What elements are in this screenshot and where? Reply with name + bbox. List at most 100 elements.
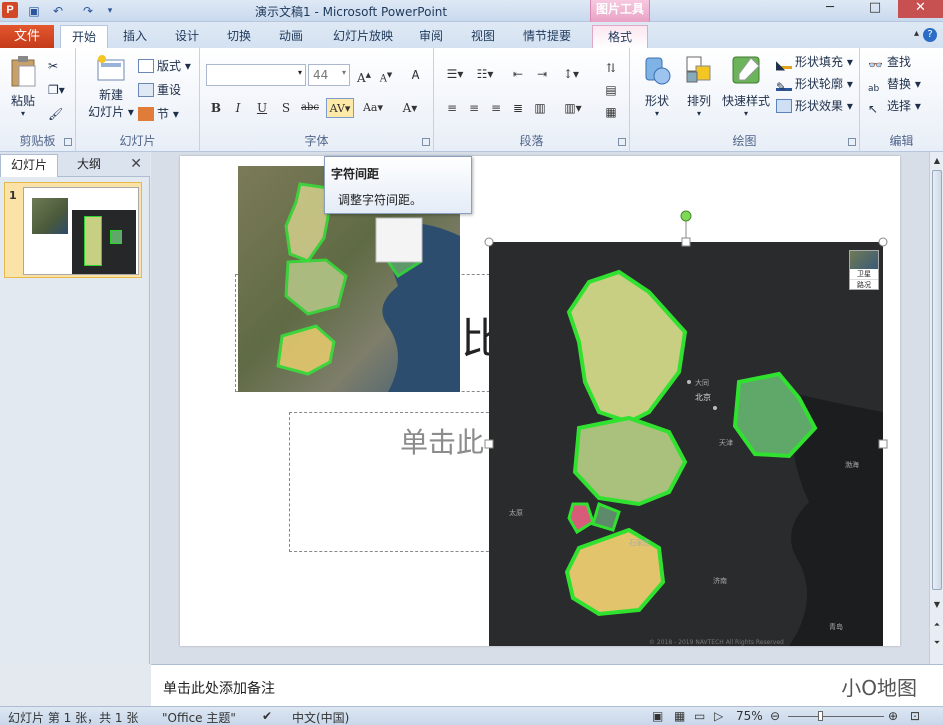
- format-painter-icon[interactable]: 🖌: [48, 104, 63, 124]
- align-center-icon[interactable]: ≡: [464, 98, 484, 118]
- bullets-icon[interactable]: ☰▾: [442, 64, 468, 84]
- resize-handle[interactable]: [878, 439, 888, 449]
- tab-format[interactable]: 格式: [592, 25, 648, 48]
- arrange-button[interactable]: 排列 ▾: [680, 54, 718, 118]
- scroll-down-icon[interactable]: ▼: [930, 598, 943, 612]
- zoom-slider-thumb[interactable]: [818, 711, 823, 721]
- shape-outline-button[interactable]: ✎ 形状轮廓 ▾: [776, 74, 853, 94]
- smartart-icon[interactable]: ▦: [598, 102, 624, 122]
- align-left-icon[interactable]: ≡: [442, 98, 462, 118]
- undo-icon[interactable]: ↶: [50, 3, 66, 19]
- resize-handle[interactable]: [484, 237, 494, 247]
- shadow-icon[interactable]: S: [276, 98, 296, 118]
- grow-font-icon[interactable]: A▲: [354, 65, 374, 85]
- line-spacing-icon[interactable]: ↕▾: [558, 64, 584, 84]
- strikethrough-icon[interactable]: abc: [300, 98, 320, 118]
- fit-to-window-icon[interactable]: ⊡: [910, 709, 920, 723]
- close-button[interactable]: ✕: [898, 0, 943, 18]
- minimize-button[interactable]: ─: [815, 0, 845, 18]
- theme-name[interactable]: "Office 主题": [162, 709, 236, 725]
- shrink-font-icon[interactable]: A▼: [376, 65, 396, 85]
- bold-icon[interactable]: B: [206, 98, 226, 118]
- tab-slides[interactable]: 幻灯片: [0, 154, 58, 177]
- previous-slide-icon[interactable]: ⏶: [930, 618, 943, 632]
- decrease-indent-icon[interactable]: ⇤: [508, 64, 528, 84]
- help-icon[interactable]: ?: [923, 28, 937, 42]
- tab-transitions[interactable]: 切换: [218, 25, 260, 48]
- increase-indent-icon[interactable]: ⇥: [532, 64, 552, 84]
- zoom-out-icon[interactable]: ⊖: [770, 709, 780, 723]
- tab-review[interactable]: 审阅: [410, 25, 452, 48]
- zoom-level[interactable]: 75%: [736, 709, 763, 723]
- paste-button[interactable]: 粘贴 ▾: [6, 54, 40, 118]
- clipboard-launcher-icon[interactable]: [64, 138, 72, 146]
- font-name-dropdown[interactable]: ▾: [206, 64, 306, 86]
- scroll-up-icon[interactable]: ▲: [930, 154, 943, 168]
- powerpoint-logo-icon[interactable]: P: [2, 2, 18, 18]
- change-case-icon[interactable]: Aa▾: [360, 98, 386, 118]
- tab-file[interactable]: 文件: [0, 25, 54, 48]
- vertical-scrollbar[interactable]: ▲ ▼ ⏶ ⏷: [929, 152, 943, 664]
- resize-handle[interactable]: [484, 439, 494, 449]
- customize-qat-icon[interactable]: ▾: [102, 3, 118, 19]
- numbering-icon[interactable]: ☷▾: [472, 64, 498, 84]
- columns-icon[interactable]: ▥▾: [560, 98, 586, 118]
- shapes-button[interactable]: 形状 ▾: [636, 54, 678, 118]
- distributed-icon[interactable]: ▥: [530, 98, 550, 118]
- tab-animations[interactable]: 动画: [270, 25, 312, 48]
- find-button[interactable]: 👓 查找: [868, 52, 911, 72]
- spell-check-icon[interactable]: ✔: [262, 709, 272, 723]
- close-icon[interactable]: ✕: [130, 156, 142, 172]
- notes-pane[interactable]: 单击此处添加备注 小O地图: [151, 664, 943, 706]
- tab-outline[interactable]: 大纲: [62, 154, 116, 177]
- tab-view[interactable]: 视图: [462, 25, 504, 48]
- slideshow-icon[interactable]: ▷: [714, 709, 723, 723]
- tab-slideshow[interactable]: 幻灯片放映: [326, 25, 400, 48]
- paragraph-launcher-icon[interactable]: [618, 138, 626, 146]
- resize-handle[interactable]: [681, 237, 691, 247]
- reset-button[interactable]: 重设: [138, 80, 181, 100]
- normal-view-icon[interactable]: ▣: [652, 709, 663, 723]
- shape-fill-button[interactable]: ◣ 形状填充 ▾: [776, 52, 853, 72]
- italic-icon[interactable]: I: [228, 98, 248, 118]
- shape-effects-button[interactable]: 形状效果 ▾: [776, 96, 853, 116]
- reading-view-icon[interactable]: ▭: [694, 709, 705, 723]
- font-color-icon[interactable]: A▾: [396, 98, 424, 118]
- tab-storyboarding[interactable]: 情节提要: [514, 25, 580, 48]
- rotate-handle[interactable]: [680, 210, 692, 222]
- tab-design[interactable]: 设计: [166, 25, 208, 48]
- section-button[interactable]: 节 ▾: [138, 104, 179, 124]
- select-button[interactable]: ↖ 选择 ▾: [868, 96, 921, 116]
- save-icon[interactable]: ▣: [26, 3, 42, 19]
- align-text-icon[interactable]: ▤: [598, 80, 624, 100]
- resize-handle[interactable]: [878, 237, 888, 247]
- subtitle-placeholder[interactable]: 单击此: [289, 412, 509, 552]
- language[interactable]: 中文(中国): [292, 709, 349, 725]
- clear-formatting-icon[interactable]: Ꭺ: [406, 65, 426, 85]
- text-direction-icon[interactable]: ⇅: [598, 58, 624, 78]
- cut-icon[interactable]: ✂: [48, 56, 58, 76]
- tab-insert[interactable]: 插入: [114, 25, 156, 48]
- justify-icon[interactable]: ≣: [508, 98, 528, 118]
- scroll-thumb[interactable]: [932, 170, 942, 590]
- redo-icon[interactable]: ↷: [80, 3, 96, 19]
- replace-button[interactable]: ab 替换 ▾: [868, 74, 921, 94]
- quick-styles-button[interactable]: 快速样式 ▾: [720, 54, 772, 118]
- align-right-icon[interactable]: ≡: [486, 98, 506, 118]
- underline-icon[interactable]: U: [252, 98, 272, 118]
- next-slide-icon[interactable]: ⏷: [930, 636, 943, 650]
- maximize-button[interactable]: □: [860, 0, 890, 18]
- slide-sorter-icon[interactable]: ▦: [674, 709, 685, 723]
- font-launcher-icon[interactable]: [422, 138, 430, 146]
- character-spacing-icon[interactable]: AV▾: [326, 98, 354, 118]
- new-slide-button[interactable]: 新建 幻灯片 ▾: [84, 54, 138, 120]
- slide-thumbnail[interactable]: 1: [4, 182, 142, 278]
- slide-canvas[interactable]: 比 单击此 卫星 路况 北京 天津 大同 太原 石家庄 济南 青岛 渤海 © 2…: [180, 156, 900, 646]
- zoom-in-icon[interactable]: ⊕: [888, 709, 898, 723]
- zoom-slider[interactable]: [788, 711, 884, 721]
- layout-button[interactable]: 版式 ▾: [138, 56, 191, 76]
- tab-home[interactable]: 开始: [60, 25, 108, 48]
- ribbon-minimize-icon[interactable]: ▴: [914, 28, 919, 39]
- font-size-dropdown[interactable]: 44 ▾: [308, 64, 350, 86]
- copy-icon[interactable]: ❐▾: [48, 80, 65, 100]
